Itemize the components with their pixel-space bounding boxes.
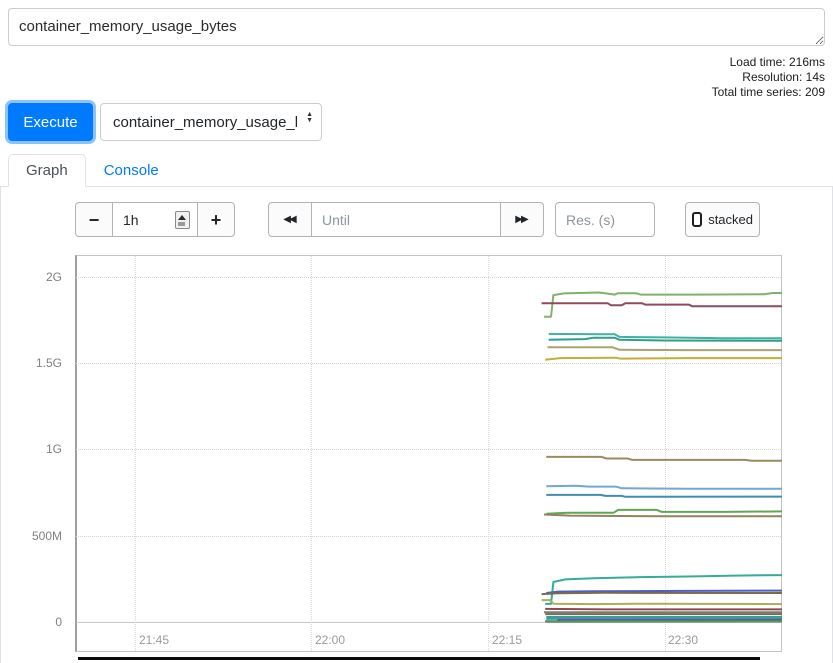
checkbox-icon <box>692 212 702 227</box>
series-maroon-1 <box>542 303 782 306</box>
tab-console[interactable]: Console <box>86 154 177 186</box>
total-time-series: Total time series: 209 <box>712 85 825 100</box>
query-stats: Load time: 216ms Resolution: 14s Total t… <box>712 55 825 100</box>
series-tan <box>546 457 782 461</box>
until-control-group: ◀◀ ▶▶ <box>268 202 544 237</box>
time-forward-button[interactable]: ▶▶ <box>500 202 544 237</box>
range-increase-button[interactable]: + <box>197 202 235 237</box>
execute-button[interactable]: Execute <box>8 103 93 141</box>
plus-icon: + <box>211 211 222 229</box>
metric-select-value: container_memory_usage_bytes <box>113 114 297 131</box>
time-back-button[interactable]: ◀◀ <box>268 202 312 237</box>
series-brown-2 <box>542 593 782 594</box>
stacked-toggle-button[interactable]: stacked <box>685 202 760 237</box>
range-control-group: − + <box>75 202 235 237</box>
load-time: Load time: 216ms <box>712 55 825 70</box>
series-teal-1 <box>549 334 782 338</box>
metric-select[interactable]: container_memory_usage_bytes ▲▼ <box>100 103 322 141</box>
chart-area: 2G 1.5G 1G 500M 0 21:45 22:00 22:15 22:3… <box>0 0 833 663</box>
prometheus-expression-panel: container_memory_usage_bytes Load time: … <box>0 0 833 663</box>
until-input[interactable] <box>311 202 501 237</box>
series-lightblue <box>546 486 782 489</box>
tab-graph[interactable]: Graph <box>8 154 86 187</box>
fast-forward-icon: ▶▶ <box>515 214 528 225</box>
tab-bar: Graph Console <box>0 154 833 187</box>
chart-series-canvas[interactable] <box>75 255 782 652</box>
series-khaki-2 <box>544 515 782 517</box>
series-seafoam <box>545 575 782 604</box>
series-olive-1 <box>548 347 783 350</box>
stacked-label: stacked <box>708 212 753 227</box>
series-maroon-2 <box>545 609 782 610</box>
minus-icon: − <box>89 211 100 229</box>
range-decrease-button[interactable]: − <box>75 202 113 237</box>
series-gold <box>545 358 782 360</box>
series-steelteal <box>546 495 782 497</box>
select-updown-icon: ▲▼ <box>306 112 313 124</box>
series-green-2 <box>546 510 782 514</box>
resolution: Resolution: 14s <box>712 70 825 85</box>
spinner-icon <box>175 211 190 229</box>
query-input[interactable]: container_memory_usage_bytes <box>8 8 825 46</box>
rewind-icon: ◀◀ <box>283 214 296 225</box>
series-olive-2 <box>542 600 782 604</box>
resolution-input[interactable] <box>555 202 655 237</box>
